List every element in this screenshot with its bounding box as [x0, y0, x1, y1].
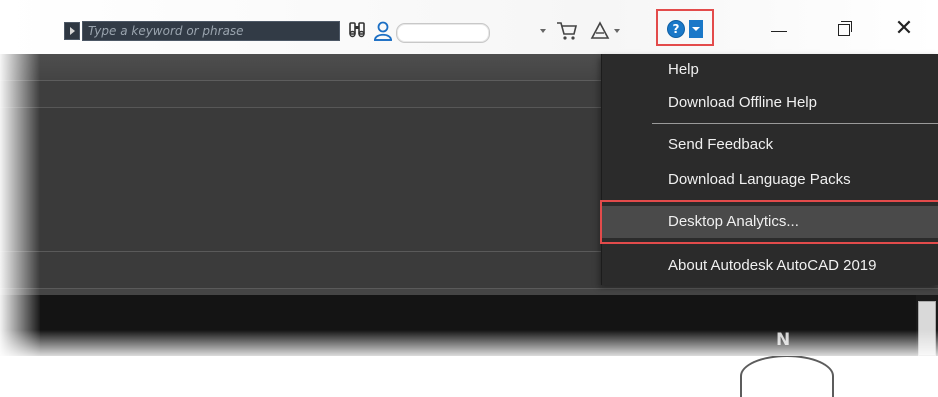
edge-fade — [0, 330, 938, 356]
menu-separator — [652, 123, 938, 124]
title-bar: Type a keyword or phrase ? ✕ — [0, 0, 938, 54]
user-icon[interactable] — [374, 21, 392, 41]
menu-item-help[interactable]: Help — [602, 54, 938, 86]
menu-item-download-offline-help[interactable]: Download Offline Help — [602, 87, 938, 119]
help-menu: Help Download Offline Help Send Feedback… — [601, 54, 938, 285]
chevron-down-icon[interactable] — [540, 29, 546, 33]
minimize-button[interactable] — [758, 14, 798, 44]
sign-in-field[interactable] — [396, 23, 490, 43]
viewcube-ring[interactable] — [740, 355, 834, 397]
menu-item-about[interactable]: About Autodesk AutoCAD 2019 — [602, 250, 938, 282]
help-button[interactable]: ? — [656, 9, 714, 46]
search-expand-icon[interactable] — [64, 22, 80, 40]
close-button[interactable]: ✕ — [884, 14, 924, 44]
cart-icon[interactable] — [556, 21, 578, 41]
a360-icon[interactable] — [590, 21, 610, 41]
search-input[interactable]: Type a keyword or phrase — [82, 21, 340, 41]
restore-front-icon — [838, 24, 850, 36]
highlight-annotation — [600, 200, 938, 244]
chevron-down-icon[interactable] — [614, 29, 620, 33]
menu-item-send-feedback[interactable]: Send Feedback — [602, 129, 938, 161]
edge-fade — [0, 54, 40, 356]
help-chevron-down-icon[interactable] — [689, 20, 703, 38]
binoculars-icon[interactable] — [348, 20, 368, 40]
help-icon: ? — [667, 20, 685, 38]
menu-item-download-language-packs[interactable]: Download Language Packs — [602, 164, 938, 196]
restore-button[interactable] — [824, 14, 864, 44]
